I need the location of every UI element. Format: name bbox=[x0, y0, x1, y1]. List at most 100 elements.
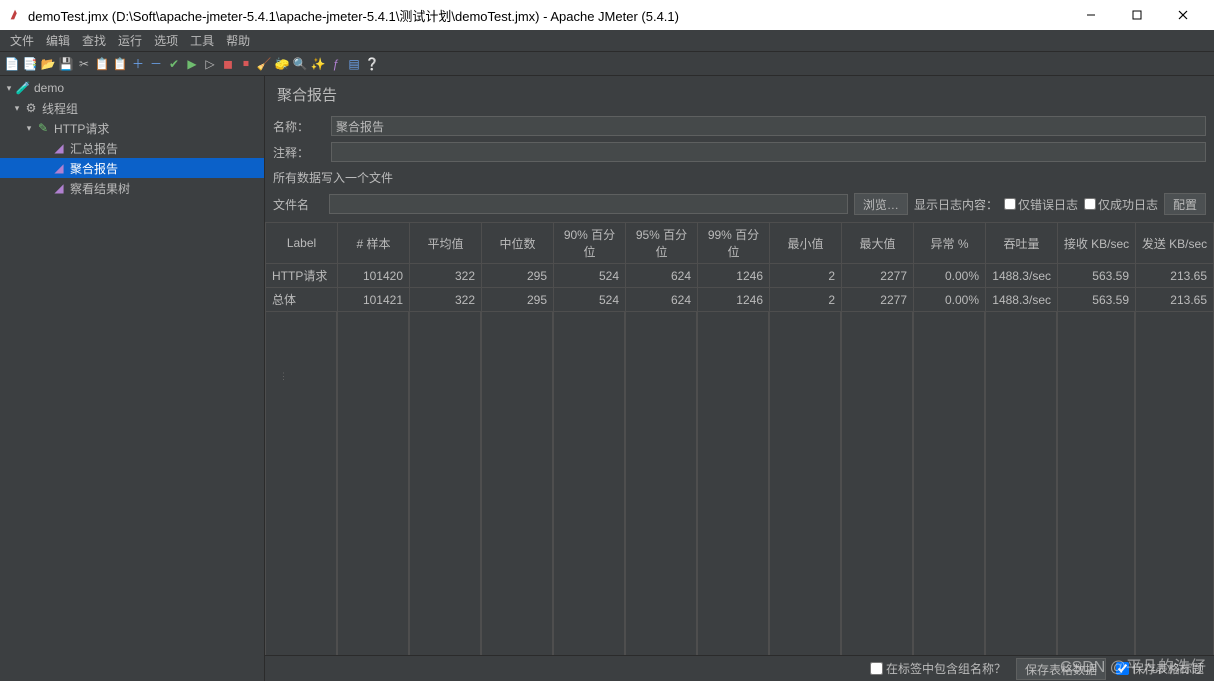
table-cell: 1488.3/sec bbox=[986, 264, 1058, 288]
table-cell: 624 bbox=[626, 288, 698, 312]
comment-row: 注释： bbox=[265, 139, 1214, 165]
th-send[interactable]: 发送 KB/sec bbox=[1136, 223, 1214, 264]
tree-node-aggregate[interactable]: ◢ 聚合报告 bbox=[0, 158, 264, 178]
table-cell: 0.00% bbox=[914, 288, 986, 312]
th-label[interactable]: Label bbox=[266, 223, 338, 264]
stop-icon[interactable]: ◼ bbox=[220, 56, 236, 72]
start-icon[interactable]: ▶ bbox=[184, 56, 200, 72]
table-cell: 213.65 bbox=[1136, 264, 1214, 288]
tree-node-summary[interactable]: ◢ 汇总报告 bbox=[0, 138, 264, 158]
table-cell: 总体 bbox=[266, 288, 338, 312]
table-cell: 624 bbox=[626, 264, 698, 288]
menu-options[interactable]: 选项 bbox=[148, 30, 184, 51]
write-all-label: 所有数据写入一个文件 bbox=[265, 165, 1214, 190]
save-icon[interactable]: 💾 bbox=[58, 56, 74, 72]
twisty-icon[interactable]: ▾ bbox=[4, 83, 14, 94]
th-p99[interactable]: 99% 百分位 bbox=[698, 223, 770, 264]
start-notimers-icon[interactable]: ▷ bbox=[202, 56, 218, 72]
reset-search-icon[interactable]: ✨ bbox=[310, 56, 326, 72]
filename-input[interactable] bbox=[329, 194, 848, 214]
th-median[interactable]: 中位数 bbox=[482, 223, 554, 264]
minus-icon[interactable]: － bbox=[148, 56, 164, 72]
help-icon[interactable]: ❔ bbox=[364, 56, 380, 72]
th-recv[interactable]: 接收 KB/sec bbox=[1058, 223, 1136, 264]
only-error-label: 仅错误日志 bbox=[1018, 196, 1078, 213]
table-row[interactable]: 总体1014213222955246241246222770.00%1488.3… bbox=[266, 288, 1214, 312]
close-button[interactable] bbox=[1160, 0, 1206, 30]
heap-icon[interactable]: ▤ bbox=[346, 56, 362, 72]
gear-icon: ⚙ bbox=[24, 101, 38, 115]
menu-find[interactable]: 查找 bbox=[76, 30, 112, 51]
clear-all-icon[interactable]: 🧽 bbox=[274, 56, 290, 72]
comment-input[interactable] bbox=[331, 142, 1206, 162]
table-cell: 1246 bbox=[698, 264, 770, 288]
menu-run[interactable]: 运行 bbox=[112, 30, 148, 51]
search-icon[interactable]: 🔍 bbox=[292, 56, 308, 72]
th-throughput[interactable]: 吞吐量 bbox=[986, 223, 1058, 264]
menu-tools[interactable]: 工具 bbox=[184, 30, 220, 51]
cut-icon[interactable]: ✂ bbox=[76, 56, 92, 72]
shutdown-icon[interactable]: ⏹ bbox=[238, 56, 254, 72]
configure-button[interactable]: 配置 bbox=[1164, 193, 1206, 215]
save-header-checkbox[interactable] bbox=[1116, 662, 1129, 675]
app-icon bbox=[8, 8, 22, 22]
window-controls bbox=[1068, 0, 1206, 30]
tree-node-http[interactable]: ▾ ✎ HTTP请求 bbox=[0, 118, 264, 138]
only-success-checkbox[interactable] bbox=[1084, 198, 1096, 210]
th-max[interactable]: 最大值 bbox=[842, 223, 914, 264]
table-cell: 322 bbox=[410, 288, 482, 312]
table-row[interactable]: HTTP请求1014203222955246241246222770.00%14… bbox=[266, 264, 1214, 288]
open-icon[interactable]: 📂 bbox=[40, 56, 56, 72]
only-error-checkbox[interactable] bbox=[1004, 198, 1016, 210]
only-success-label: 仅成功日志 bbox=[1098, 196, 1158, 213]
plus-icon[interactable]: ＋ bbox=[130, 56, 146, 72]
table-cell: 524 bbox=[554, 288, 626, 312]
file-row: 文件名 浏览… 显示日志内容： 仅错误日志 仅成功日志 配置 bbox=[265, 190, 1214, 218]
templates-icon[interactable]: 📑 bbox=[22, 56, 38, 72]
menu-edit[interactable]: 编辑 bbox=[40, 30, 76, 51]
include-group-label: 在标签中包含组名称？ bbox=[886, 660, 1006, 677]
th-p95[interactable]: 95% 百分位 bbox=[626, 223, 698, 264]
results-table-wrap: Label # 样本 平均值 中位数 90% 百分位 95% 百分位 99% 百… bbox=[265, 222, 1214, 655]
tree-node-testplan[interactable]: ▾ 🧪 demo bbox=[0, 78, 264, 98]
menu-file[interactable]: 文件 bbox=[4, 30, 40, 51]
th-min[interactable]: 最小值 bbox=[770, 223, 842, 264]
splitter[interactable]: ⋮ bbox=[281, 74, 286, 679]
fn-icon[interactable]: ƒ bbox=[328, 56, 344, 72]
beaker-icon: 🧪 bbox=[16, 81, 30, 95]
th-p90[interactable]: 90% 百分位 bbox=[554, 223, 626, 264]
copy-icon[interactable]: 📋 bbox=[94, 56, 110, 72]
name-input[interactable] bbox=[331, 116, 1206, 136]
tree-node-threadgroup[interactable]: ▾ ⚙ 线程组 bbox=[0, 98, 264, 118]
th-error[interactable]: 异常 % bbox=[914, 223, 986, 264]
include-group-checkbox[interactable] bbox=[870, 662, 883, 675]
show-log-label: 显示日志内容： bbox=[914, 196, 998, 213]
minimize-button[interactable] bbox=[1068, 0, 1114, 30]
table-cell: 2277 bbox=[842, 264, 914, 288]
clear-icon[interactable]: 🧹 bbox=[256, 56, 272, 72]
new-icon[interactable]: 📄 bbox=[4, 56, 20, 72]
table-cell: 322 bbox=[410, 264, 482, 288]
tree-label: HTTP请求 bbox=[54, 120, 109, 137]
chart-icon: ◢ bbox=[52, 181, 66, 195]
toggle-icon[interactable]: ✔ bbox=[166, 56, 182, 72]
maximize-button[interactable] bbox=[1114, 0, 1160, 30]
browse-button[interactable]: 浏览… bbox=[854, 193, 908, 215]
save-table-button[interactable]: 保存表格数据 bbox=[1016, 658, 1106, 680]
th-samples[interactable]: # 样本 bbox=[338, 223, 410, 264]
chart-icon: ◢ bbox=[52, 161, 66, 175]
paste-icon[interactable]: 📋 bbox=[112, 56, 128, 72]
panel-heading: 聚合报告 bbox=[265, 76, 1214, 113]
th-avg[interactable]: 平均值 bbox=[410, 223, 482, 264]
log-options: 显示日志内容： 仅错误日志 仅成功日志 配置 bbox=[914, 193, 1206, 215]
save-header-label: 保存表格标题 bbox=[1132, 660, 1204, 677]
window-title: demoTest.jmx (D:\Soft\apache-jmeter-5.4.… bbox=[28, 6, 1068, 25]
tree-node-resultstree[interactable]: ◢ 察看结果树 bbox=[0, 178, 264, 198]
table-cell: 563.59 bbox=[1058, 288, 1136, 312]
twisty-icon[interactable]: ▾ bbox=[12, 103, 22, 114]
table-header-row: Label # 样本 平均值 中位数 90% 百分位 95% 百分位 99% 百… bbox=[266, 223, 1214, 264]
menu-help[interactable]: 帮助 bbox=[220, 30, 256, 51]
table-cell: 1488.3/sec bbox=[986, 288, 1058, 312]
twisty-icon[interactable]: ▾ bbox=[24, 123, 34, 134]
tree-label: 察看结果树 bbox=[70, 180, 130, 197]
